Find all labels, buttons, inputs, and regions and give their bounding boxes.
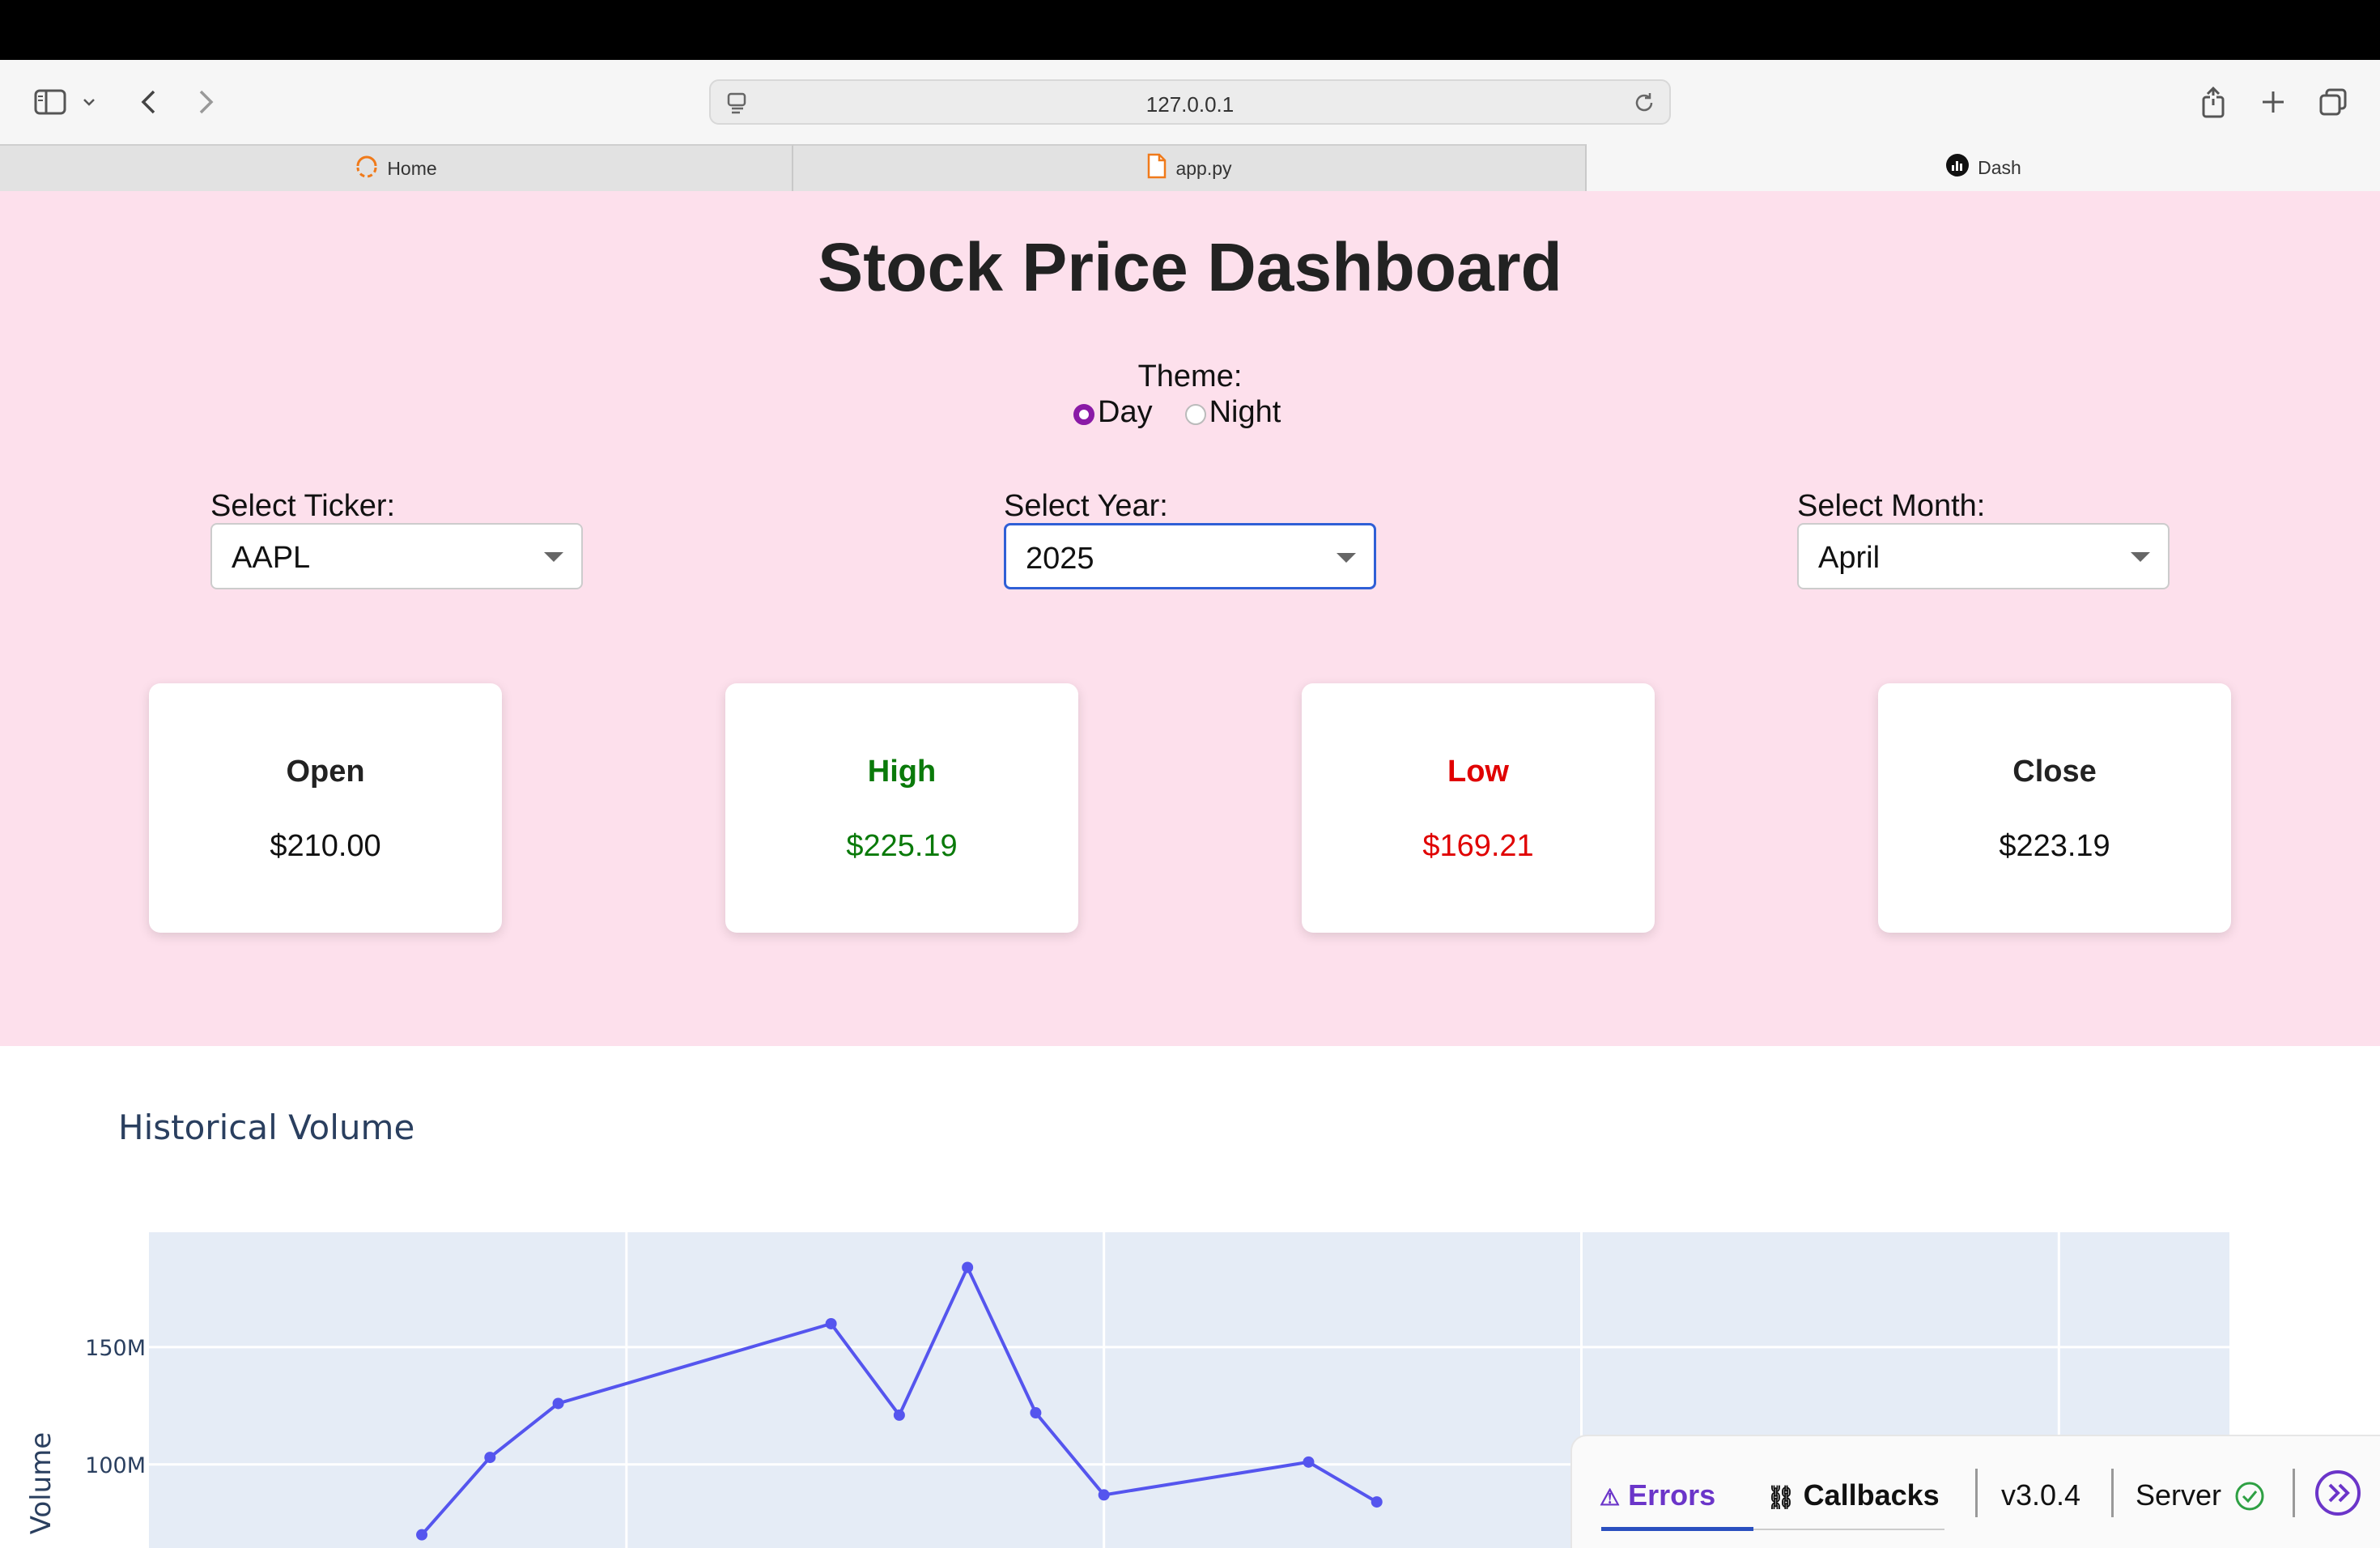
data-point[interactable] <box>416 1529 428 1541</box>
ticker-dropdown[interactable]: AAPL <box>210 523 583 589</box>
ticker-label: Select Ticker: <box>210 489 396 523</box>
tab-label: app.py <box>1175 157 1232 179</box>
tab-overview-icon[interactable] <box>2312 81 2354 123</box>
tab-label: Dash <box>1978 156 2021 178</box>
close-title: Close <box>2012 755 2097 789</box>
y-axis-label: Volume <box>25 1432 57 1534</box>
month-value: April <box>1818 541 1881 575</box>
warning-icon: ⚠ <box>1600 1485 1621 1510</box>
open-value: $210.00 <box>270 829 381 863</box>
data-point[interactable] <box>1303 1456 1315 1468</box>
radio-night-label[interactable]: Night <box>1209 395 1281 430</box>
month-label: Select Month: <box>1797 489 1986 523</box>
close-card: Close $223.19 <box>1878 683 2231 933</box>
y-tick-labels: 100M 150M <box>85 1336 146 1478</box>
callbacks-tab[interactable]: ⛓ Callbacks <box>1766 1478 1940 1512</box>
tab-label: Home <box>387 157 437 179</box>
back-icon[interactable] <box>128 81 170 123</box>
server-status[interactable]: Server <box>2136 1478 2265 1512</box>
month-dropdown[interactable]: April <box>1797 523 2170 589</box>
page-title: Stock Price Dashboard <box>818 229 1562 305</box>
new-tab-icon[interactable] <box>2252 81 2294 123</box>
high-value: $225.19 <box>846 829 958 863</box>
data-point[interactable] <box>825 1317 837 1329</box>
low-value: $169.21 <box>1422 829 1534 863</box>
dash-logo-icon <box>1945 153 1970 182</box>
ticker-value: AAPL <box>232 541 311 575</box>
errors-tab[interactable]: ⚠ Errors <box>1600 1478 1715 1512</box>
data-point[interactable] <box>1098 1489 1110 1501</box>
data-point[interactable] <box>484 1452 496 1464</box>
year-dropdown[interactable]: 2025 <box>1004 523 1376 589</box>
theme-radio-group: Day Night <box>1073 393 1281 431</box>
chevron-down-icon[interactable] <box>544 552 563 562</box>
year-label: Select Year: <box>1004 489 1168 523</box>
callbacks-label: Callbacks <box>1803 1478 1940 1512</box>
dash-devtools-bar: ⚠ Errors ⛓ Callbacks v3.0.4 Server <box>1570 1435 2380 1548</box>
share-icon[interactable] <box>2192 81 2234 123</box>
data-point[interactable] <box>1030 1407 1042 1419</box>
divider <box>2111 1469 2114 1517</box>
radio-day[interactable] <box>1073 404 1094 425</box>
open-card: Open $210.00 <box>149 683 502 933</box>
version-label: v3.0.4 <box>2001 1478 2081 1512</box>
divider <box>1975 1469 1978 1517</box>
year-value: 2025 <box>1026 542 1094 576</box>
spinner-icon <box>355 154 379 183</box>
data-point[interactable] <box>893 1409 905 1421</box>
callbacks-icon: ⛓ <box>1766 1485 1796 1510</box>
open-title: Open <box>286 755 365 789</box>
theme-label: Theme: <box>1137 359 1243 393</box>
errors-tab-underline <box>1601 1527 1753 1531</box>
browser-toolbar: 127.0.0.1 <box>0 60 2380 144</box>
data-point[interactable] <box>962 1261 974 1274</box>
close-value: $223.19 <box>1999 829 2110 863</box>
callbacks-tab-underline <box>1753 1529 1944 1530</box>
tab-app-py[interactable]: app.py <box>793 144 1587 191</box>
divider <box>2293 1469 2295 1517</box>
address-bar[interactable]: 127.0.0.1 <box>709 79 1671 125</box>
tab-home[interactable]: Home <box>0 144 793 191</box>
tab-strip: Home app.py Dash <box>0 144 2380 191</box>
forward-icon[interactable] <box>185 81 227 123</box>
chevron-down-icon[interactable] <box>1337 553 1356 563</box>
high-card: High $225.19 <box>725 683 1078 933</box>
radio-day-label[interactable]: Day <box>1098 395 1153 430</box>
tab-dash[interactable]: Dash <box>1587 144 2380 191</box>
server-label: Server <box>2136 1478 2222 1512</box>
y-tick-label: 150M <box>85 1336 146 1361</box>
file-icon <box>1146 153 1167 184</box>
chevron-down-icon[interactable] <box>2131 552 2150 562</box>
data-point[interactable] <box>1371 1496 1383 1508</box>
url-text[interactable]: 127.0.0.1 <box>711 92 1669 117</box>
data-point[interactable] <box>552 1397 564 1410</box>
collapse-devtools-icon[interactable] <box>2314 1469 2362 1521</box>
high-title: High <box>867 755 937 789</box>
low-title: Low <box>1447 755 1509 789</box>
y-tick-label: 100M <box>85 1453 146 1478</box>
errors-label: Errors <box>1628 1478 1716 1512</box>
dashboard-header-section: Stock Price Dashboard Theme: Day Night S… <box>0 191 2380 1046</box>
sidebar-toggle-icon[interactable] <box>29 81 71 123</box>
radio-night[interactable] <box>1184 404 1206 425</box>
chevron-down-icon[interactable] <box>74 81 104 123</box>
low-card: Low $169.21 <box>1302 683 1655 933</box>
macos-menu-bar <box>0 0 2380 60</box>
reload-icon[interactable] <box>1632 91 1656 119</box>
check-circle-icon <box>2229 1478 2265 1512</box>
